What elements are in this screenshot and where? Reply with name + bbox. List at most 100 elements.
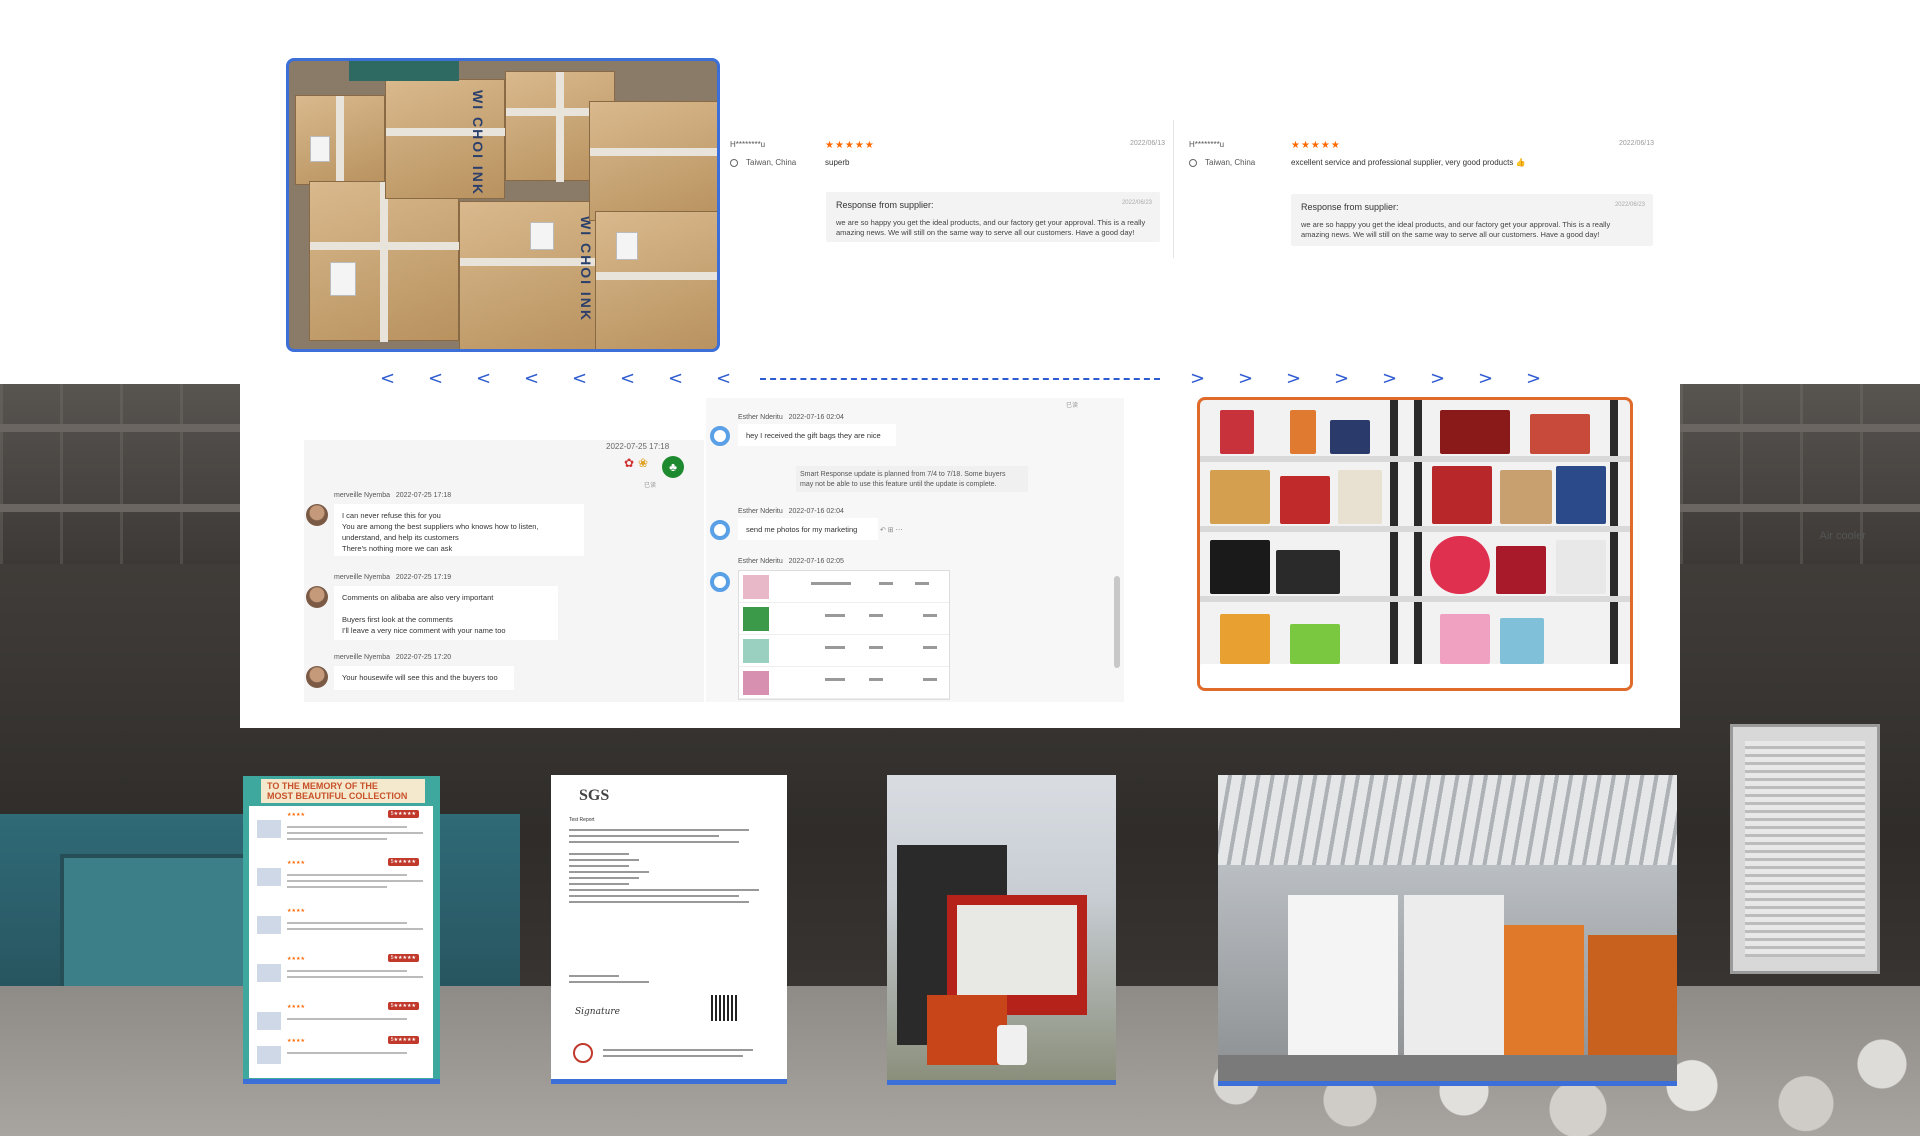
avatar <box>306 586 328 608</box>
reviewer-name: H********u <box>730 140 766 149</box>
chat-sender: Esther Nderitu 2022-07-16 02:04 <box>738 414 844 421</box>
review-comment: excellent service and professional suppl… <box>1291 158 1526 167</box>
rose-icon: ✿ <box>624 456 635 470</box>
response-date: 2022/06/23 <box>1121 200 1152 206</box>
warehouse-stock-photo <box>1218 775 1677 1086</box>
carton-print: WI CHOI INK <box>470 90 486 196</box>
chat-sender: merveille Nyemba 2022-07-25 17:18 <box>334 492 452 499</box>
dashed-connector <box>760 378 1160 380</box>
review-date: 2022/06/13 <box>1130 140 1166 147</box>
chat-date: 2022-07-25 17:18 <box>606 442 670 451</box>
right-arrow-icon: > <box>1526 368 1542 389</box>
review-date: 2022/06/13 <box>1619 140 1655 147</box>
chat-sender: Esther Nderitu 2022-07-16 02:05 <box>738 558 844 565</box>
chat-bubble: hey I received the gift bags they are ni… <box>738 424 896 446</box>
carton <box>295 95 385 186</box>
list-item: ★★★★ <box>257 906 425 950</box>
right-arrow-icon: > <box>1238 368 1254 389</box>
loading-truck-photo <box>887 775 1116 1085</box>
right-arrow-icon: > <box>1190 368 1206 389</box>
carton <box>309 181 460 342</box>
tree-icon: ♣ <box>662 456 684 478</box>
sgs-test-report-card: SGS Test Report Signature <box>551 775 787 1084</box>
read-mark: 已读 <box>1066 403 1079 409</box>
review-comment: superb <box>825 158 850 167</box>
table-row <box>739 603 949 635</box>
chat-sender: merveille Nyemba 2022-07-25 17:19 <box>334 574 452 581</box>
avatar <box>710 572 730 592</box>
chat-sender: Esther Nderitu 2022-07-16 02:04 <box>738 508 844 515</box>
air-cooler-label: Air cooler <box>1819 530 1866 542</box>
chat-screenshot-left: 2022-07-25 17:18 ✿ ❀ ♣ 已读 merveille Nyem… <box>304 440 704 702</box>
list-item: ★★★★ 5★★★★★ <box>257 1036 425 1079</box>
left-arrow-icon: < <box>716 368 732 389</box>
left-arrow-icon: < <box>380 368 396 389</box>
chat-bubble: Your housewife will see this and the buy… <box>334 666 514 690</box>
gift-box-showroom-photo <box>1197 397 1633 691</box>
system-note: Smart Response update is planned from 7/… <box>796 466 1028 492</box>
chat-scrollbar[interactable] <box>1114 576 1120 668</box>
right-arrow-icon: > <box>1478 368 1494 389</box>
report-title: Test Report <box>569 817 595 823</box>
location-pin-icon <box>730 158 738 167</box>
page: Air cooler WI CHOI INK WI CHOI INK H****… <box>0 0 1920 1136</box>
carton-print: WI CHOI INK <box>578 216 594 322</box>
avatar <box>306 504 328 526</box>
rating-stars: ★★★★★ <box>1291 140 1341 151</box>
left-arrow-icon: < <box>476 368 492 389</box>
left-arrow-icon: < <box>524 368 540 389</box>
table-row <box>739 667 949 699</box>
customer-reviews-collection-card: TO THE MEMORY OF THE MOST BEAUTIFUL COLLE… <box>243 776 440 1084</box>
location-pin-icon <box>1189 158 1197 167</box>
chat-bubble: I can never refuse this for you You are … <box>334 504 584 556</box>
table-row <box>739 571 949 603</box>
right-arrow-icon: > <box>1430 368 1446 389</box>
stamp <box>573 1043 593 1063</box>
left-arrow-icon: < <box>428 368 444 389</box>
reviewer-location: Taiwan, China <box>1189 158 1255 167</box>
reviewer-location: Taiwan, China <box>730 158 796 167</box>
list-item: ★★★★ 5★★★★★ <box>257 954 425 998</box>
response-date: 2022/06/23 <box>1614 202 1645 208</box>
right-arrow-icon: > <box>1286 368 1302 389</box>
response-title: Response from supplier: <box>836 200 934 210</box>
list-item: ★★★★ 5★★★★★ <box>257 810 425 854</box>
right-arrow-icon: > <box>1334 368 1350 389</box>
air-cooler <box>1730 724 1880 974</box>
product-table-screenshot <box>738 570 950 700</box>
response-text: we are so happy you get the ideal produc… <box>1301 220 1611 239</box>
list-item: ★★★★ 5★★★★★ <box>257 858 425 902</box>
right-arrow-icon: > <box>1382 368 1398 389</box>
response-text: we are so happy you get the ideal produc… <box>836 218 1146 237</box>
reviewer-name: H********u <box>1189 140 1225 149</box>
qr-code <box>711 995 737 1021</box>
carton <box>589 101 717 221</box>
packed-boxes-photo: WI CHOI INK WI CHOI INK <box>286 58 720 352</box>
carton <box>595 211 717 349</box>
read-mark: 已读 <box>644 483 657 489</box>
carton: WI CHOI INK <box>385 79 506 199</box>
chat-sender: merveille Nyemba 2022-07-25 17:20 <box>334 654 452 661</box>
avatar <box>710 520 730 540</box>
rating-stars: ★★★★★ <box>825 140 875 151</box>
left-arrow-icon: < <box>620 368 636 389</box>
carton: WI CHOI INK <box>459 201 610 349</box>
signature: Signature <box>575 1007 621 1017</box>
review-card: H********u Taiwan, China ★★★★★ superb 20… <box>730 140 1165 250</box>
left-arrow-icon: < <box>668 368 684 389</box>
message-actions-icon[interactable]: ↶ ⊞ ⋯ <box>880 526 903 534</box>
avatar <box>710 426 730 446</box>
collection-title: TO THE MEMORY OF THE MOST BEAUTIFUL COLLE… <box>261 779 425 803</box>
chat-bubble: send me photos for my marketing <box>738 518 878 540</box>
table-row <box>739 635 949 667</box>
review-divider <box>1173 120 1174 258</box>
left-arrow-icon: < <box>572 368 588 389</box>
flower-icon: ❀ <box>638 456 649 470</box>
response-title: Response from supplier: <box>1301 202 1399 212</box>
collection-list: ★★★★ 5★★★★★ ★★★★ 5★★★★★ ★★★★ ★★★★ 5★★★★★ ★★… <box>249 806 433 1078</box>
supplier-response: Response from supplier: 2022/06/23 we ar… <box>1291 194 1653 246</box>
supplier-response: Response from supplier: 2022/06/23 we ar… <box>826 192 1160 242</box>
avatar <box>306 666 328 688</box>
review-card: H********u Taiwan, China ★★★★★ excellent… <box>1189 140 1655 250</box>
sgs-logo: SGS <box>579 787 610 804</box>
